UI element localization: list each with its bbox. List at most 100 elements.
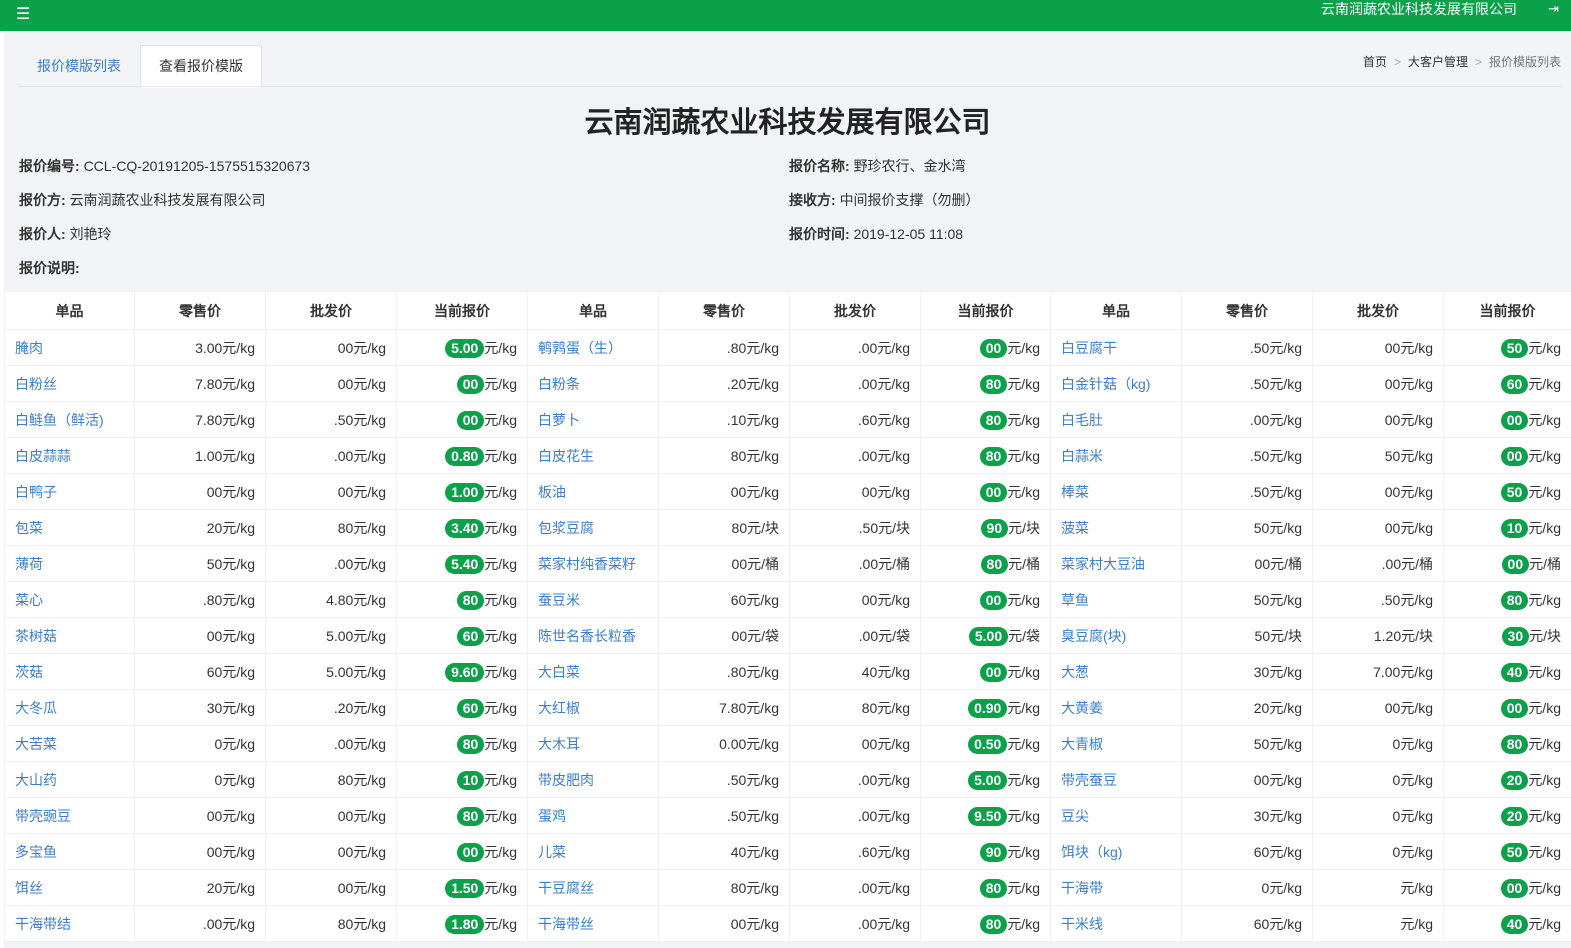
product-name-link[interactable]: 白豆腐干 (1050, 329, 1182, 366)
current-price: 20 元/kg (1443, 761, 1571, 798)
retail-price: 7.80元/kg (658, 689, 790, 726)
product-name-link[interactable]: 蛋鸡 (527, 797, 659, 834)
product-name-link[interactable]: 茨菇 (4, 653, 135, 690)
product-name-link[interactable]: 白粉条 (527, 365, 659, 402)
wholesale-price: 5.00元/kg (265, 617, 397, 654)
current-price: 9.60 元/kg (396, 653, 528, 690)
quote-number: 报价编号: CCL-CQ-20191205-1575515320673 (19, 158, 311, 174)
current-price-badge: 00 (1500, 446, 1529, 466)
column-header: 当前报价 (920, 291, 1051, 330)
product-name-link[interactable]: 陈世名香长粒香 (527, 617, 659, 654)
current-price-badge: 00 (1500, 410, 1529, 430)
retail-price: 7.80元/kg (134, 365, 266, 402)
product-name-link[interactable]: 白皮蒜蒜 (4, 437, 135, 474)
product-name-link[interactable]: 蚕豆米 (527, 581, 659, 618)
product-name-link[interactable]: 白萝卜 (527, 401, 659, 438)
product-name-link[interactable]: 带皮肥肉 (527, 761, 659, 798)
product-name-link[interactable]: 草鱼 (1050, 581, 1182, 618)
product-name-link[interactable]: 鹌鹑蛋（生） (527, 329, 659, 366)
breadcrumb-home[interactable]: 首页 (1363, 55, 1387, 69)
product-name-link[interactable]: 带壳豌豆 (4, 797, 135, 834)
product-name-link[interactable]: 白鲢鱼（鲜活) (4, 401, 135, 438)
current-price-badge: 1.00 (445, 482, 485, 502)
product-name-link[interactable]: 大白菜 (527, 653, 659, 690)
current-price: 1.00 元/kg (396, 473, 528, 510)
product-name-link[interactable]: 大葱 (1050, 653, 1182, 690)
breadcrumb-customer-mgmt[interactable]: 大客户管理 (1408, 55, 1468, 69)
wholesale-price: 00元/kg (789, 725, 921, 762)
product-name-link[interactable]: 白金针菇（kg) (1050, 365, 1182, 402)
logout-icon[interactable]: ⇥ (1548, 1, 1559, 17)
current-price-badge: 5.00 (445, 338, 485, 358)
price-unit: 元/kg (484, 339, 517, 356)
product-name-link[interactable]: 菜家村纯香菜籽 (527, 545, 659, 582)
table-row: 菜心 .80元/kg 4.80元/kg 80 元/kg 蚕豆米 60元/kg 00元/kg 00… (4, 581, 1571, 618)
product-name-link[interactable]: 干米线 (1050, 905, 1182, 942)
price-unit: 元/kg (484, 519, 517, 536)
column-header: 零售价 (134, 291, 266, 330)
product-name-link[interactable]: 大苦菜 (4, 725, 135, 762)
product-name-link[interactable]: 板油 (527, 473, 659, 510)
current-price-badge: 5.40 (445, 554, 485, 574)
product-name-link[interactable]: 大冬瓜 (4, 689, 135, 726)
product-name-link[interactable]: 白毛肚 (1050, 401, 1182, 438)
current-price: 60 元/kg (1443, 365, 1571, 402)
retail-price: 50元/kg (1181, 725, 1313, 762)
product-name-link[interactable]: 包菜 (4, 509, 135, 546)
retail-price: .50元/kg (1181, 437, 1313, 474)
current-price: 80 元/kg (396, 581, 528, 618)
wholesale-price: 50元/kg (1312, 437, 1444, 474)
price-unit: 元/kg (1007, 807, 1040, 824)
product-name-link[interactable]: 大木耳 (527, 725, 659, 762)
product-name-link[interactable]: 菜家村大豆油 (1050, 545, 1182, 582)
product-name-link[interactable]: 菠菜 (1050, 509, 1182, 546)
column-header: 单品 (527, 291, 659, 330)
product-name-link[interactable]: 饵块（kg) (1050, 833, 1182, 870)
retail-price: 00元/桶 (1181, 545, 1313, 582)
product-name-link[interactable]: 茶树菇 (4, 617, 135, 654)
product-name-link[interactable]: 白蒜米 (1050, 437, 1182, 474)
product-name-link[interactable]: 干海带丝 (527, 905, 659, 942)
menu-icon[interactable]: ☰ (16, 4, 30, 24)
current-price-badge: 80 (980, 554, 1009, 574)
product-name-link[interactable]: 干海带 (1050, 869, 1182, 906)
product-name-link[interactable]: 棒菜 (1050, 473, 1182, 510)
product-name-link[interactable]: 大青椒 (1050, 725, 1182, 762)
retail-price: .00元/kg (134, 905, 266, 942)
retail-price: .50元/kg (1181, 473, 1313, 510)
tab-template-list[interactable]: 报价模版列表 (18, 45, 140, 88)
current-price-badge: 60 (1500, 374, 1529, 394)
product-name-link[interactable]: 大红椒 (527, 689, 659, 726)
current-price-badge: 80 (1500, 734, 1529, 754)
column-header: 单品 (1050, 291, 1182, 330)
retail-price: 20元/kg (134, 509, 266, 546)
product-name-link[interactable]: 豆尖 (1050, 797, 1182, 834)
product-name-link[interactable]: 腌肉 (4, 329, 135, 366)
product-name-link[interactable]: 多宝鱼 (4, 833, 135, 870)
quote-description: 报价说明: (19, 260, 80, 276)
navbar-company-name: 云南润蔬农业科技发展有限公司 (1321, 1, 1517, 17)
product-name-link[interactable]: 干豆腐丝 (527, 869, 659, 906)
product-name-link[interactable]: 白皮花生 (527, 437, 659, 474)
product-name-link[interactable]: 大山药 (4, 761, 135, 798)
product-name-link[interactable]: 白鸭子 (4, 473, 135, 510)
product-name-link[interactable]: 儿菜 (527, 833, 659, 870)
product-name-link[interactable]: 大黄姜 (1050, 689, 1182, 726)
current-price-badge: 00 (456, 410, 485, 430)
price-unit: 元/kg (1007, 699, 1040, 716)
tab-view-template[interactable]: 查看报价模版 (140, 45, 262, 88)
product-name-link[interactable]: 菜心 (4, 581, 135, 618)
current-price: 20 元/kg (1443, 797, 1571, 834)
product-name-link[interactable]: 带壳蚕豆 (1050, 761, 1182, 798)
product-name-link[interactable]: 白粉丝 (4, 365, 135, 402)
product-name-link[interactable]: 薄荷 (4, 545, 135, 582)
product-name-link[interactable]: 饵丝 (4, 869, 135, 906)
wholesale-price: 元/kg (1312, 905, 1444, 942)
wholesale-price: .00元/kg (265, 545, 397, 582)
product-name-link[interactable]: 干海带结 (4, 905, 135, 942)
retail-price: 00元/kg (1181, 761, 1313, 798)
product-name-link[interactable]: 包浆豆腐 (527, 509, 659, 546)
wholesale-price: 80元/kg (265, 905, 397, 942)
product-name-link[interactable]: 臭豆腐(块) (1050, 617, 1182, 654)
tab-divider (18, 86, 1561, 87)
